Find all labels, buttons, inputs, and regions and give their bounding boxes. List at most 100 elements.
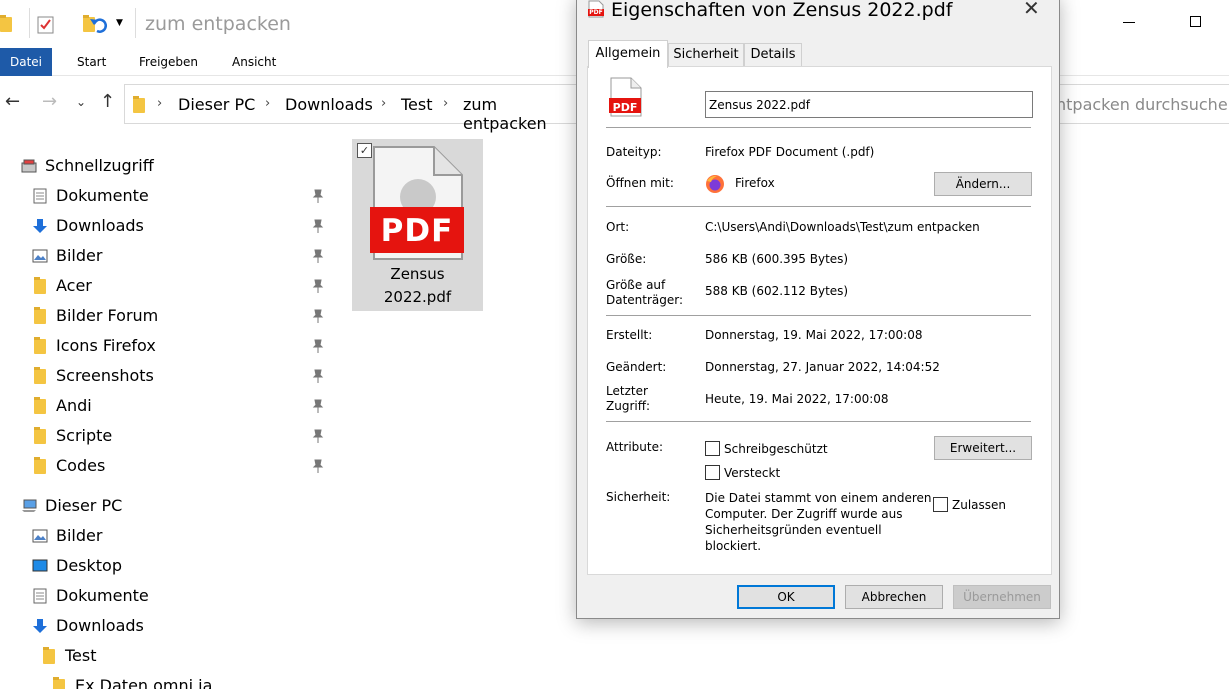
ribbon-tab-start[interactable]: Start [77,48,106,76]
sidebar-item-label: Icons Firefox [56,336,156,355]
readonly-checkbox[interactable] [705,441,720,456]
sizeondisk-label: Größe auf Datenträger: [606,278,683,308]
modified-label: Geändert: [606,360,667,374]
filetype-value: Firefox PDF Document (.pdf) [705,145,875,159]
pin-icon[interactable] [312,219,324,233]
tab-sicherheit[interactable]: Sicherheit [668,43,744,67]
accessed-label-line: Zugriff: [606,399,651,413]
up-arrow-icon[interactable]: ↑ [100,91,115,112]
pin-icon[interactable] [312,369,324,383]
sidebar-item-ex-daten[interactable]: Ex Daten omni ia [0,671,332,689]
pin-icon[interactable] [312,189,324,203]
breadcrumb-zum-entpacken[interactable]: zum entpacken [463,95,583,133]
sidebar-item-schnellzugriff[interactable]: Schnellzugriff [0,151,332,181]
pin-icon[interactable] [312,339,324,353]
sidebar-item-downloads[interactable]: Downloads [0,211,332,241]
sidebar-item-pc-downloads[interactable]: Downloads [0,611,332,641]
unblock-checkbox[interactable] [933,497,948,512]
location-label: Ort: [606,220,630,234]
pin-icon[interactable] [312,279,324,293]
folder-icon [34,427,46,444]
pin-icon[interactable] [312,399,324,413]
cancel-button[interactable]: Abbrechen [845,585,943,609]
folder-icon [34,367,46,384]
pdf-badge-text: PDF [612,101,638,114]
sidebar-item-label: Downloads [56,216,144,235]
size-label: Größe: [606,252,647,266]
close-icon[interactable]: ✕ [1023,0,1040,20]
minimize-icon[interactable] [1123,22,1135,23]
computer-icon [22,499,37,512]
filetype-label: Dateityp: [606,145,662,159]
advanced-button[interactable]: Erweitert... [934,436,1032,460]
pin-icon[interactable] [312,429,324,443]
sidebar-item-label: Codes [56,456,106,475]
unblock-label: Zulassen [952,498,1007,512]
sidebar-item-screenshots[interactable]: Screenshots [0,361,332,391]
change-button[interactable]: Ändern... [934,172,1032,196]
sidebar-item-label: Schnellzugriff [45,156,154,175]
ribbon-tab-datei[interactable]: Datei [0,48,52,76]
breadcrumb-separator-icon[interactable]: › [157,96,162,111]
security-label: Sicherheit: [606,490,671,504]
filename-input[interactable] [705,91,1033,118]
breadcrumb-dieser-pc[interactable]: Dieser PC [178,95,255,114]
sidebar-item-desktop[interactable]: Desktop [0,551,332,581]
sidebar-item-andi[interactable]: Andi [0,391,332,421]
sidebar-item-dokumente[interactable]: Dokumente [0,181,332,211]
sidebar-item-label: Dokumente [56,186,149,205]
search-box[interactable]: ntpacken durchsuchen [1040,84,1229,124]
properties-quick-icon[interactable] [37,14,55,36]
search-input[interactable]: ntpacken durchsuchen [1056,95,1229,114]
folder-icon [43,647,55,664]
sidebar-item-acer[interactable]: Acer [0,271,332,301]
ribbon-tab-freigeben[interactable]: Freigeben [139,48,198,76]
undo-icon[interactable] [89,14,109,36]
sizeondisk-value: 588 KB (602.112 Bytes) [705,284,849,298]
sidebar-item-codes[interactable]: Codes [0,451,332,481]
folder-icon [34,307,46,324]
hidden-checkbox[interactable] [705,465,720,480]
maximize-icon[interactable] [1190,16,1201,27]
breadcrumb-separator-icon[interactable]: › [443,96,448,111]
address-bar[interactable]: › Dieser PC › Downloads › Test › zum ent… [124,84,584,133]
pin-icon[interactable] [312,309,324,323]
folder-icon [34,277,46,294]
size-value: 586 KB (600.395 Bytes) [705,252,849,266]
back-arrow-icon[interactable]: ← [5,91,20,112]
breadcrumb-separator-icon[interactable]: › [265,96,270,111]
breadcrumb-separator-icon[interactable]: › [381,96,386,111]
pdf-badge-text: PDF [380,213,454,249]
sidebar-item-test[interactable]: Test [0,641,332,671]
modified-value: Donnerstag, 27. Januar 2022, 14:04:52 [705,360,940,374]
security-text-line: Computer. Der Zugriff wurde aus [705,507,903,521]
sidebar-item-label: Bilder [56,246,103,265]
security-text-line: Die Datei stammt von einem anderen [705,491,932,505]
ribbon-tab-ansicht[interactable]: Ansicht [232,48,276,76]
breadcrumb-test[interactable]: Test [401,95,433,114]
document-icon [33,188,47,204]
sidebar-item-bilder-forum[interactable]: Bilder Forum [0,301,332,331]
sidebar-item-pc-bilder[interactable]: Bilder [0,521,332,551]
recent-locations-chevron-icon[interactable]: ⌄ [76,95,86,109]
pin-icon[interactable] [312,249,324,263]
titlebar-divider [29,8,30,38]
customize-quick-access-icon[interactable]: ▼ [116,18,123,40]
accessed-label-line: Letzter [606,384,648,398]
tab-details[interactable]: Details [744,43,802,67]
sidebar-item-scripte[interactable]: Scripte [0,421,332,451]
pdf-title-icon-text: PDF [589,9,603,16]
file-item-zensus-2022[interactable]: ✓ PDF Zensus 2022.pdf [352,139,483,311]
sidebar-item-pc-dokumente[interactable]: Dokumente [0,581,332,611]
ok-button[interactable]: OK [737,585,835,609]
sidebar-item-dieser-pc[interactable]: Dieser PC [0,491,332,521]
sidebar-item-icons-firefox[interactable]: Icons Firefox [0,331,332,361]
breadcrumb-downloads[interactable]: Downloads [285,95,373,114]
pin-icon[interactable] [312,459,324,473]
sidebar-item-bilder[interactable]: Bilder [0,241,332,271]
pictures-icon [32,529,48,543]
tab-allgemein[interactable]: Allgemein [588,40,668,68]
forward-arrow-icon[interactable]: → [42,91,57,112]
apply-button[interactable]: Übernehmen [953,585,1051,609]
pictures-icon [32,249,48,263]
